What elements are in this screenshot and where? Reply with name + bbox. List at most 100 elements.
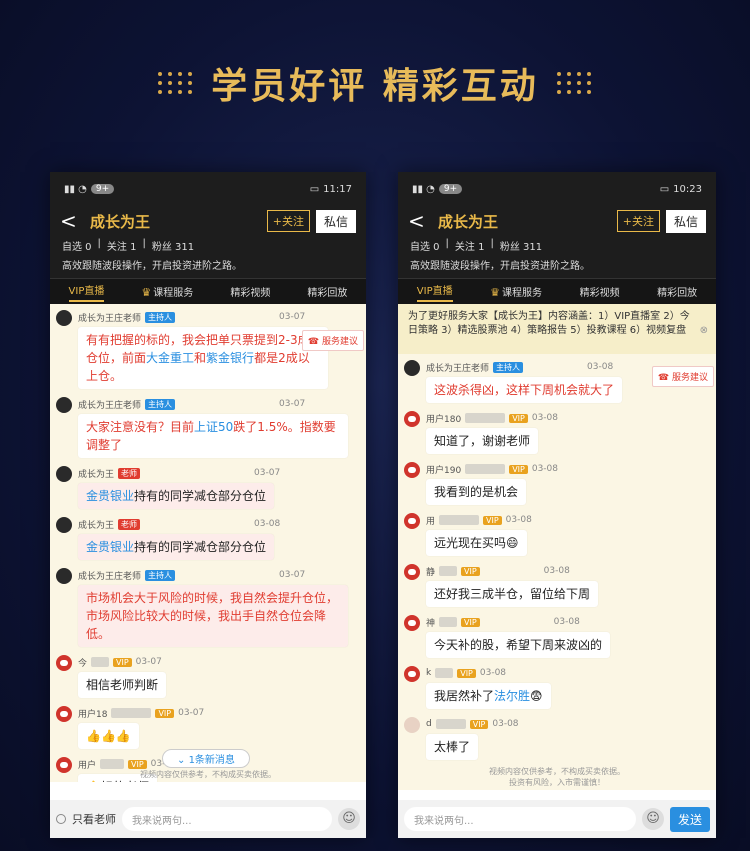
message-button[interactable]: 私信 xyxy=(315,209,356,233)
message-time: 03-08 xyxy=(254,519,281,529)
chevron-down-icon: ⌄ xyxy=(177,755,189,766)
sender-name: 静 xyxy=(426,567,436,578)
stock-link[interactable]: 紫金银行 xyxy=(206,351,254,365)
crown-icon: ♛ xyxy=(490,286,501,299)
avatar xyxy=(404,411,420,427)
tab-replays[interactable]: 精彩回放 xyxy=(657,284,697,299)
vip-badge: VIP xyxy=(483,515,502,525)
avatar xyxy=(56,466,72,482)
avatar xyxy=(56,397,72,413)
suggest-button[interactable]: ☎ 服务建议 xyxy=(301,330,364,351)
stat-fans: 粉丝 311 xyxy=(151,242,195,253)
message-bubble: 👍👍👍 xyxy=(78,723,139,749)
masked-username xyxy=(111,708,152,718)
vip-badge: VIP xyxy=(461,566,480,576)
phone-screenshot-right: ▮▮ ◔ 9+ ▭ 10:23 < 成长为王 +关注 私信 自选 0 | 关注 1 | … xyxy=(398,172,716,838)
close-icon[interactable]: ⊗ xyxy=(700,324,708,338)
message-bubble: 今天补的股，希望下周来波凶的 xyxy=(426,632,611,658)
stock-link[interactable]: 金贵银业 xyxy=(86,489,134,503)
chat-message: k VIP 03-08 我居然补了法尔胜😨 xyxy=(404,666,716,709)
signal-icon: ▮▮ ◔ xyxy=(64,183,87,195)
header: ▮▮ ◔ 9+ ▭ 11:17 < 成长为王 +关注 私信 自选 0 | 关注 1 | … xyxy=(50,172,366,304)
message-bubble: 我看到的是机会 xyxy=(426,479,527,505)
avatar xyxy=(56,517,72,533)
tab-courses[interactable]: ♛ 课程服务 xyxy=(490,284,542,299)
channel-name: 成长为王 xyxy=(90,212,151,231)
tab-vip-live[interactable]: VIP直播 xyxy=(68,282,105,302)
notice-text: 为了更好服务大家【成长为王】内容涵盖：1）VIP直播室 2）今日策略 3）精选股… xyxy=(408,311,690,336)
sender-name: 今 xyxy=(78,658,88,669)
chat-area[interactable]: ☎ 服务建议 成长为王庄老师 主持人 03-07 有有把握的标的，我会把单只票提到2… xyxy=(50,304,366,782)
chat-area[interactable]: ☎ 服务建议 成长为王庄老师 主持人 03-08 这波杀得凶，这样下周机会就大了 用… xyxy=(398,354,716,790)
chat-message: 静 VIP 03-08 还好我三成半仓，留位给下周 xyxy=(404,564,716,607)
notification-badge: 9+ xyxy=(90,184,115,194)
sender-name: k xyxy=(426,668,432,678)
index-link[interactable]: 上证50 xyxy=(194,420,233,434)
nav-bar: < 成长为王 +关注 私信 xyxy=(50,206,366,236)
sender-name: 神 xyxy=(426,618,436,629)
sender-name: 成长为王庄老师 xyxy=(78,571,142,582)
vip-badge: VIP xyxy=(469,719,489,729)
avatar xyxy=(56,568,72,584)
message-time: 03-08 xyxy=(543,566,570,576)
masked-username xyxy=(439,566,458,576)
battery-icon: ▭ xyxy=(659,183,670,195)
chat-input[interactable]: 我来说两句... xyxy=(122,807,332,831)
chat-message: 用户180 VIP 03-08 知道了，谢谢老师 xyxy=(404,411,716,454)
notice-banner: 为了更好服务大家【成长为王】内容涵盖：1）VIP直播室 2）今日策略 3）精选股… xyxy=(398,304,716,354)
masked-username xyxy=(435,668,454,678)
tab-replays[interactable]: 精彩回放 xyxy=(307,284,347,299)
tab-videos[interactable]: 精彩视频 xyxy=(580,284,620,299)
message-bubble: 我居然补了法尔胜😨 xyxy=(426,683,551,709)
sender-name: 用户180 xyxy=(426,414,462,425)
profile-description: 高效跟随波段操作，开启投资进阶之路。 xyxy=(410,261,590,272)
follow-button[interactable]: +关注 xyxy=(616,210,660,232)
sender-name: 成长为王庄老师 xyxy=(426,363,490,374)
sender-name: 成长为王庄老师 xyxy=(78,313,142,324)
tab-bar: VIP直播 ♛ 课程服务 精彩视频 精彩回放 xyxy=(398,278,716,304)
masked-username xyxy=(91,657,110,667)
chat-message: 成长为王庄老师 主持人 03-07 大家注意没有？目前上证50跌了1.5%。指数要调… xyxy=(56,397,366,458)
stock-link[interactable]: 金贵银业 xyxy=(86,540,134,554)
back-icon[interactable]: < xyxy=(60,209,84,233)
message-button[interactable]: 私信 xyxy=(665,209,706,233)
stock-link[interactable]: 大金重工 xyxy=(146,351,194,365)
vip-badge: VIP xyxy=(457,668,476,678)
stat-watchlist: 自选 0 xyxy=(62,242,92,253)
avatar xyxy=(56,655,72,671)
new-messages-button[interactable]: ⌄ 1条新消息 xyxy=(162,749,250,768)
message-time: 03-08 xyxy=(531,464,558,474)
decor-dots-right xyxy=(556,72,592,94)
chat-message: 成长为王 老师 03-07 金贵银业持有的同学减仓部分仓位 xyxy=(56,466,366,509)
stock-link[interactable]: 法尔胜 xyxy=(494,689,530,703)
message-time: 03-08 xyxy=(492,719,519,729)
emoji-icon[interactable]: ☺ xyxy=(338,808,360,830)
back-icon[interactable]: < xyxy=(408,209,432,233)
message-bubble: 还好我三成半仓，留位给下周 xyxy=(426,581,599,607)
tab-videos[interactable]: 精彩视频 xyxy=(230,284,270,299)
follow-button[interactable]: +关注 xyxy=(266,210,310,232)
sender-name: 用户18 xyxy=(78,709,108,720)
message-bubble: 金贵银业持有的同学减仓部分仓位 xyxy=(78,534,275,560)
phone-icon: ☎ xyxy=(657,373,672,383)
tab-courses[interactable]: ♛ 课程服务 xyxy=(141,284,193,299)
masked-username xyxy=(100,759,125,769)
message-bubble: 大家注意没有？目前上证50跌了1.5%。指数要调整了 xyxy=(78,414,348,458)
tab-vip-live[interactable]: VIP直播 xyxy=(416,282,453,302)
heading-title: 学员好评 精彩互动 xyxy=(211,65,539,107)
stat-following: 关注 1 xyxy=(454,242,485,253)
only-teacher-radio[interactable] xyxy=(56,814,66,824)
message-bubble: 金贵银业持有的同学减仓部分仓位 xyxy=(78,483,275,509)
suggest-button[interactable]: ☎ 服务建议 xyxy=(651,366,714,387)
only-teacher-label: 只看老师 xyxy=(72,813,116,826)
masked-username xyxy=(465,464,506,474)
avatar xyxy=(56,706,72,722)
message-bubble: 有有把握的标的，我会把单只票提到2-3成仓位，前面大金重工和紫金银行都是2成以上… xyxy=(78,327,328,389)
phone-icon: ☎ xyxy=(307,337,322,347)
emoji-icon[interactable]: ☺ xyxy=(641,808,664,830)
chat-input[interactable]: 我来说两句... xyxy=(404,807,636,831)
input-bar: 我来说两句... ☺ 发送 xyxy=(398,800,716,838)
crown-icon: ♛ xyxy=(141,286,152,299)
send-button[interactable]: 发送 xyxy=(669,806,710,832)
chat-message: 成长为王 老师 03-08 金贵银业持有的同学减仓部分仓位 xyxy=(56,517,366,560)
